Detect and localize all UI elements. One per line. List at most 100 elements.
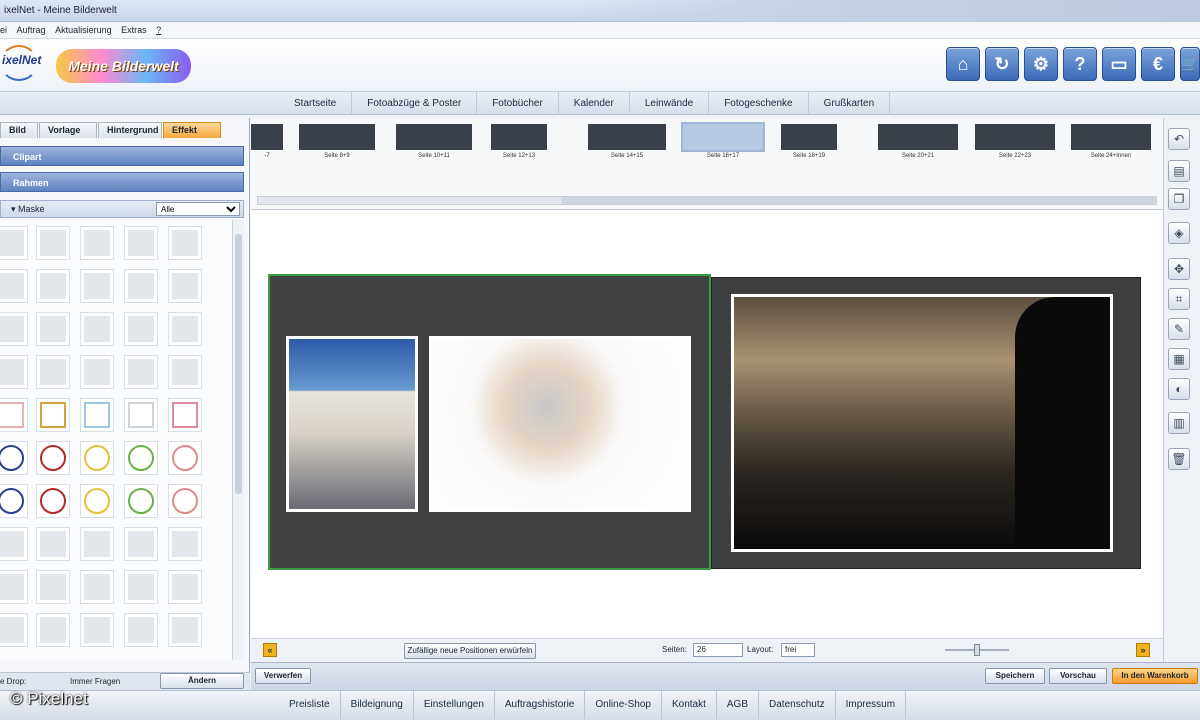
copy-icon[interactable]: ❐ (1168, 188, 1190, 210)
footer-preisliste[interactable]: Preisliste (279, 691, 341, 719)
zoom-slider-handle[interactable] (974, 644, 980, 656)
menu-item-aktualisierung[interactable]: Aktualisierung (55, 25, 112, 35)
mask-shape[interactable] (0, 226, 28, 260)
mask-shape[interactable] (168, 312, 202, 346)
euro-icon[interactable]: € (1141, 47, 1175, 81)
footer-auftragshistorie[interactable]: Auftragshistorie (495, 691, 586, 719)
mask-shape[interactable] (0, 269, 28, 303)
mask-shape[interactable] (80, 570, 114, 604)
thumbnail-page[interactable] (396, 124, 472, 150)
right-page[interactable] (711, 277, 1141, 569)
prev-pages-button[interactable]: « (263, 643, 277, 657)
refresh-icon[interactable]: ↻ (985, 47, 1019, 81)
mask-shape[interactable] (36, 441, 70, 475)
page-edit-icon[interactable]: ▤ (1168, 160, 1190, 182)
nav-grusskarten[interactable]: Grußkarten (809, 92, 891, 115)
mask-shape[interactable] (80, 226, 114, 260)
mask-shape[interactable] (168, 269, 202, 303)
effect-icon[interactable]: ◐ (1168, 378, 1190, 400)
thumbnail-page[interactable] (781, 124, 837, 150)
add-to-cart-button[interactable]: In den Warenkorb (1112, 668, 1198, 684)
move-icon[interactable]: ✥ (1168, 258, 1190, 280)
change-button[interactable]: Ändern (160, 673, 244, 689)
thumbnail-page[interactable] (299, 124, 375, 150)
photo-chapel-shadows[interactable] (286, 336, 418, 512)
zoom-slider[interactable] (945, 644, 1009, 656)
mask-shape[interactable] (168, 398, 202, 432)
mask-shape[interactable] (168, 441, 202, 475)
menu-item-extras[interactable]: Extras (121, 25, 147, 35)
mask-shape[interactable] (80, 484, 114, 518)
tab-vorlage[interactable]: Vorlage (39, 122, 97, 138)
footer-datenschutz[interactable]: Datenschutz (759, 691, 836, 719)
random-positions-button[interactable]: Zufällige neue Positionen erwürfeln (404, 643, 536, 659)
mask-shape[interactable] (168, 226, 202, 260)
cart-icon[interactable]: 🛒 (1180, 47, 1200, 81)
section-clipart[interactable]: Clipart (0, 146, 244, 166)
photo-couple-sunglasses[interactable] (429, 336, 691, 512)
mask-shape[interactable] (0, 398, 28, 432)
mask-shape[interactable] (80, 355, 114, 389)
thumbnail-page[interactable] (681, 122, 765, 152)
thumbnail-page[interactable] (1071, 124, 1151, 150)
left-page[interactable] (268, 274, 711, 570)
section-rahmen[interactable]: Rahmen (0, 172, 244, 192)
mask-shape[interactable] (168, 484, 202, 518)
settings-icon[interactable]: ⚙ (1024, 47, 1058, 81)
mask-shape[interactable] (36, 312, 70, 346)
layout-select[interactable]: frei (781, 643, 815, 657)
undo-icon[interactable]: ↶ (1168, 128, 1190, 150)
nav-leinwaende[interactable]: Leinwände (630, 92, 710, 115)
mask-shape[interactable] (168, 613, 202, 647)
discard-button[interactable]: Verwerfen (255, 668, 311, 684)
thumbnail-page[interactable] (975, 124, 1055, 150)
thumbnail-scrollbar-thumb[interactable] (561, 197, 1156, 204)
mask-shape[interactable] (36, 527, 70, 561)
mask-shape[interactable] (168, 570, 202, 604)
mask-shape[interactable] (124, 527, 158, 561)
footer-impressum[interactable]: Impressum (836, 691, 907, 719)
mask-shape[interactable] (80, 613, 114, 647)
preview-button[interactable]: Vorschau (1049, 668, 1107, 684)
mask-shape[interactable] (36, 570, 70, 604)
tab-bild[interactable]: Bild (0, 122, 38, 138)
mask-shape[interactable] (80, 398, 114, 432)
mask-shape[interactable] (168, 527, 202, 561)
mask-shape[interactable] (124, 441, 158, 475)
image-icon[interactable]: ▦ (1168, 348, 1190, 370)
mask-shape[interactable] (124, 613, 158, 647)
mask-shape[interactable] (0, 441, 28, 475)
mask-shape[interactable] (80, 527, 114, 561)
mask-shape[interactable] (168, 355, 202, 389)
next-pages-button[interactable]: » (1136, 643, 1150, 657)
mask-shape[interactable] (36, 613, 70, 647)
folder-icon[interactable]: ▭ (1102, 47, 1136, 81)
photo-beach-sunset[interactable] (731, 294, 1113, 552)
footer-agb[interactable]: AGB (717, 691, 760, 719)
thumbnail-page[interactable] (491, 124, 547, 150)
thumbnail-page[interactable] (251, 124, 283, 150)
mask-shape[interactable] (80, 269, 114, 303)
thumbnail-scrollbar[interactable] (257, 196, 1157, 205)
mask-shape[interactable] (36, 484, 70, 518)
delete-icon[interactable]: 🗑 (1168, 448, 1190, 470)
mask-shape[interactable] (124, 312, 158, 346)
drop-value[interactable]: Immer Fragen (70, 673, 120, 690)
thumbnail-page[interactable] (588, 124, 666, 150)
mask-shape[interactable] (0, 570, 28, 604)
menu-item-auftrag[interactable]: Auftrag (17, 25, 46, 35)
nav-fotogeschenke[interactable]: Fotogeschenke (709, 92, 809, 115)
save-button[interactable]: Speichern (985, 668, 1045, 684)
mask-scrollbar-thumb[interactable] (235, 234, 242, 494)
nav-kalender[interactable]: Kalender (559, 92, 630, 115)
mask-scrollbar[interactable] (232, 220, 244, 660)
nav-fotobuecher[interactable]: Fotobücher (477, 92, 559, 115)
mask-shape[interactable] (0, 484, 28, 518)
nav-startseite[interactable]: Startseite (279, 92, 353, 115)
mask-shape[interactable] (124, 269, 158, 303)
menu-item-help[interactable]: ? (156, 25, 161, 35)
mask-shape[interactable] (124, 355, 158, 389)
mask-shape[interactable] (80, 441, 114, 475)
mask-shape[interactable] (36, 269, 70, 303)
mask-shape[interactable] (124, 226, 158, 260)
